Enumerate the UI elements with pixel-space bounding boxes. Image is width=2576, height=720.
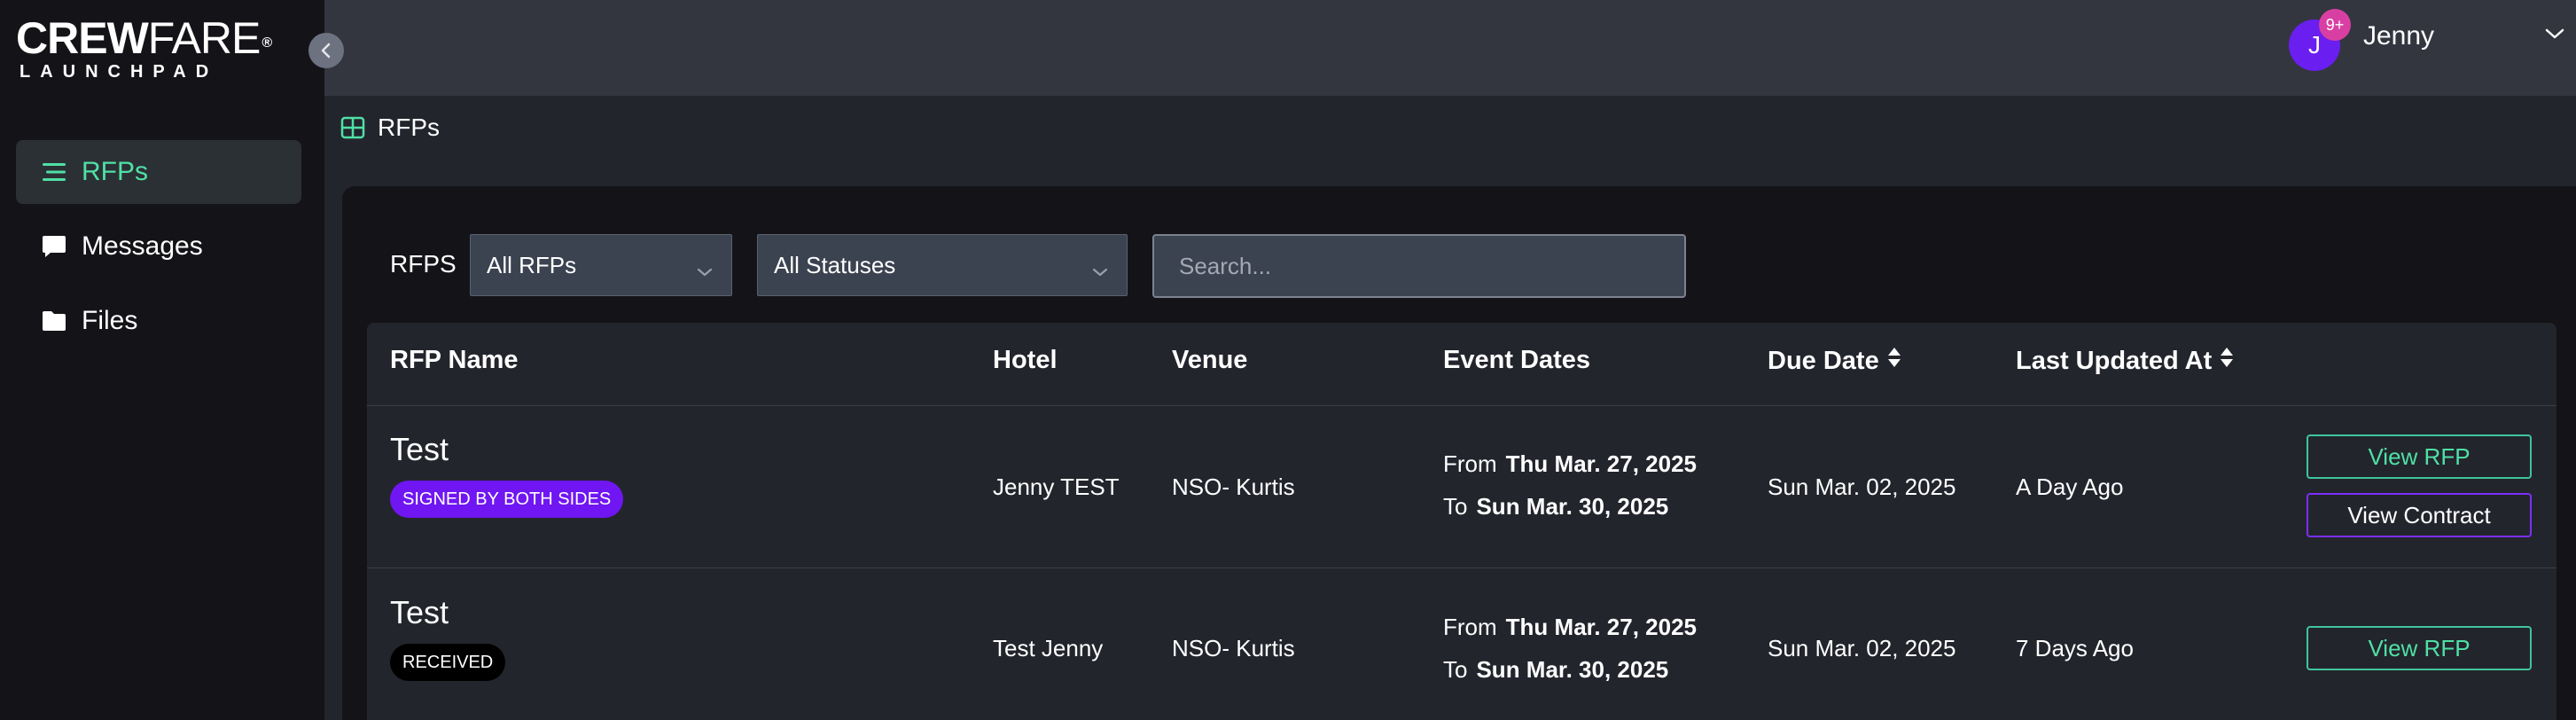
date-prefix: To	[1443, 493, 1468, 520]
sidebar-collapse-button[interactable]	[308, 33, 344, 68]
last-updated-cell: 7 Days Ago	[2016, 635, 2134, 661]
rfp-filter-value: All RFPs	[487, 251, 577, 278]
venue-cell: NSO- Kurtis	[1172, 473, 1295, 500]
view-rfp-button[interactable]: View RFP	[2307, 626, 2532, 670]
list-icon	[41, 159, 67, 185]
column-header-event-dates: Event Dates	[1443, 346, 1591, 374]
column-header-label: Last Updated At	[2016, 346, 2213, 375]
row-divider	[367, 567, 2556, 568]
sidebar-item-label: Files	[82, 306, 138, 335]
user-name[interactable]: Jenny	[2363, 21, 2434, 51]
rfp-filter-select[interactable]: All RFPs	[470, 234, 732, 296]
chevron-down-icon	[1091, 257, 1109, 285]
top-bar	[324, 0, 2576, 96]
logo-subtitle: LAUNCHPAD	[20, 62, 219, 82]
date-value: Thu Mar. 27, 2025	[1505, 450, 1697, 477]
status-filter-select[interactable]: All Statuses	[757, 234, 1128, 296]
sidebar-item-rfps[interactable]: RFPs	[16, 140, 301, 204]
due-date-cell: Sun Mar. 02, 2025	[1768, 473, 1956, 500]
filter-label: RFPS	[390, 250, 457, 278]
breadcrumb: RFPs	[340, 113, 440, 142]
search-input[interactable]	[1152, 234, 1686, 298]
date-value: Sun Mar. 30, 2025	[1476, 493, 1669, 520]
row-divider	[367, 405, 2556, 406]
grid-icon	[340, 115, 365, 140]
avatar-initial: J	[2308, 31, 2321, 59]
chevron-down-icon	[696, 257, 714, 285]
date-prefix: To	[1443, 656, 1468, 683]
event-date-to: To Sun Mar. 30, 2025	[1443, 493, 1668, 520]
column-header-last-updated[interactable]: Last Updated At	[2016, 346, 2235, 376]
sidebar-item-messages[interactable]: Messages	[16, 215, 301, 278]
sidebar-item-label: Messages	[82, 231, 203, 261]
sort-icon[interactable]	[1886, 346, 1902, 376]
status-badge: SIGNED BY BOTH SIDES	[390, 481, 624, 518]
folder-icon	[41, 308, 67, 334]
event-date-to: To Sun Mar. 30, 2025	[1443, 656, 1668, 684]
chat-bubble-icon	[41, 233, 67, 260]
crewfare-logo[interactable]: CREWFARE ® LAUNCHPAD	[16, 13, 272, 82]
event-date-from: From Thu Mar. 27, 2025	[1443, 614, 1697, 641]
rfp-name[interactable]: Test	[390, 431, 449, 468]
status-badge: RECEIVED	[390, 644, 506, 681]
venue-cell: NSO- Kurtis	[1172, 635, 1295, 661]
chevron-left-icon	[321, 43, 331, 59]
column-header-due-date[interactable]: Due Date	[1768, 346, 1902, 376]
sidebar-item-label: RFPs	[82, 157, 148, 186]
rfp-name[interactable]: Test	[390, 594, 449, 631]
notification-badge[interactable]: 9+	[2319, 9, 2351, 41]
hotel-cell: Test Jenny	[993, 635, 1104, 661]
date-value: Sun Mar. 30, 2025	[1476, 656, 1669, 683]
column-header-label: Due Date	[1768, 346, 1879, 375]
date-prefix: From	[1443, 614, 1497, 640]
last-updated-cell: A Day Ago	[2016, 473, 2124, 500]
status-filter-value: All Statuses	[774, 251, 896, 278]
chevron-down-icon[interactable]	[2544, 27, 2565, 45]
column-header-hotel: Hotel	[993, 346, 1058, 374]
sidebar-item-files[interactable]: Files	[16, 289, 301, 353]
logo-text-bold: CREW	[16, 13, 149, 63]
event-date-from: From Thu Mar. 27, 2025	[1443, 450, 1697, 478]
sidebar: CREWFARE ® LAUNCHPAD RFPs Messages Files	[0, 0, 324, 720]
due-date-cell: Sun Mar. 02, 2025	[1768, 635, 1956, 661]
logo-text-thin: FARE	[147, 13, 262, 63]
view-contract-button[interactable]: View Contract	[2307, 493, 2532, 537]
column-header-rfp-name: RFP Name	[390, 346, 519, 374]
column-header-venue: Venue	[1172, 346, 1248, 374]
logo-registered-mark: ®	[262, 35, 272, 51]
view-rfp-button[interactable]: View RFP	[2307, 434, 2532, 479]
hotel-cell: Jenny TEST	[993, 473, 1120, 500]
date-prefix: From	[1443, 450, 1497, 477]
sort-icon[interactable]	[2219, 346, 2235, 376]
page-title: RFPs	[378, 113, 440, 141]
date-value: Thu Mar. 27, 2025	[1505, 614, 1697, 640]
